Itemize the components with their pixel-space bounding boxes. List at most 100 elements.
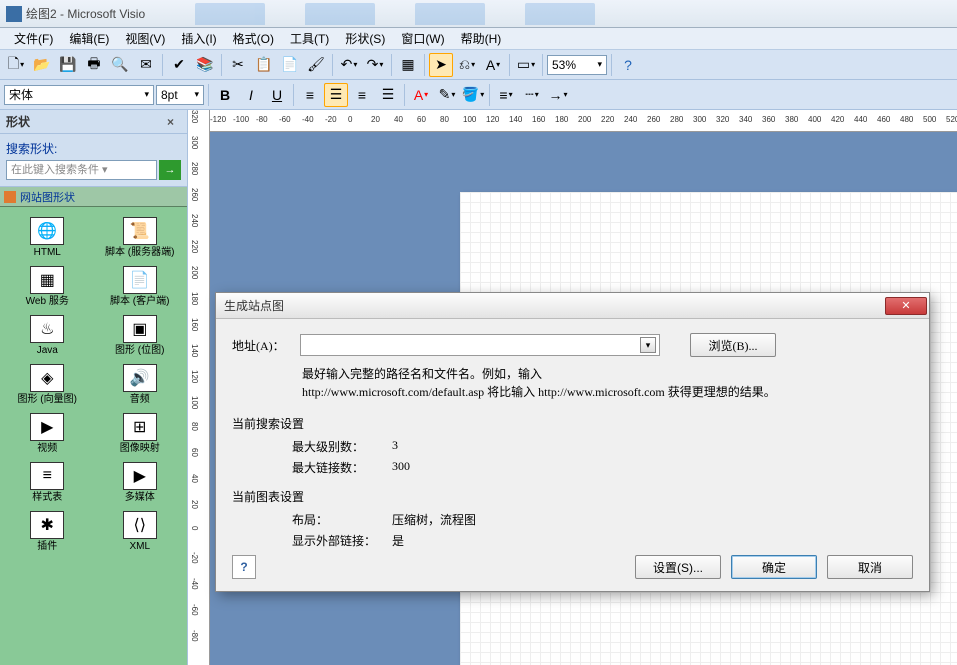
- line-color-button[interactable]: ✎: [435, 83, 459, 107]
- menu-edit[interactable]: 编辑(E): [63, 28, 115, 49]
- address-combo[interactable]: ▾: [300, 334, 660, 356]
- shape-图像映射[interactable]: ⊞ 图像映射: [95, 411, 186, 456]
- cut-button[interactable]: ✂: [226, 53, 250, 77]
- hint-line-1: 最好输入完整的路径名和文件名。例如，输入: [302, 365, 913, 383]
- menu-insert[interactable]: 插入(I): [175, 28, 222, 49]
- shape-HTML[interactable]: 🌐HTML: [2, 215, 93, 260]
- shape-icon: ◈: [30, 364, 64, 392]
- help-button[interactable]: ?: [616, 53, 640, 77]
- hint-line-2: http://www.microsoft.com/default.asp 将比输…: [302, 383, 913, 401]
- shape-样式表[interactable]: ≡ 样式表: [2, 460, 93, 505]
- show-external-label: 显示外部链接：: [292, 532, 392, 549]
- shape-音频[interactable]: 🔊 音频: [95, 362, 186, 407]
- shape-视频[interactable]: ▶视频: [2, 411, 93, 456]
- align-right-button[interactable]: ≡: [350, 83, 374, 107]
- shape-label: 图形 (位图): [115, 345, 164, 356]
- standard-toolbar: 🗋 📂 💾 🖶 🔍 ✉ ✔ 📚 ✂ 📋 📄 🖌 ↶ ↷ ▦ ➤ ⎌ A ▭ 53…: [0, 50, 957, 80]
- menu-shape[interactable]: 形状(S): [339, 28, 391, 49]
- align-center-button[interactable]: ☰: [324, 83, 348, 107]
- bold-button[interactable]: B: [213, 83, 237, 107]
- shape-脚本 (客户端)[interactable]: 📄脚本 (客户端): [95, 264, 186, 309]
- settings-button[interactable]: 设置(S)...: [635, 555, 721, 579]
- shape-label: 脚本 (客户端): [110, 296, 169, 307]
- print-preview-button[interactable]: 🔍: [108, 53, 132, 77]
- italic-button[interactable]: I: [239, 83, 263, 107]
- paste-button[interactable]: 📄: [278, 53, 302, 77]
- horizontal-ruler: -120-100-80-60-40-2002040608010012014016…: [210, 110, 957, 132]
- font-combo[interactable]: 宋体▾: [4, 85, 154, 105]
- shapes-window-button[interactable]: ▦: [396, 53, 420, 77]
- redo-button[interactable]: ↷: [363, 53, 387, 77]
- font-color-button[interactable]: A: [409, 83, 433, 107]
- shape-label: XML: [129, 541, 150, 552]
- format-painter-button[interactable]: 🖌: [304, 53, 328, 77]
- menu-window[interactable]: 窗口(W): [395, 28, 450, 49]
- text-tool[interactable]: A: [481, 53, 505, 77]
- search-shapes-input[interactable]: 在此键入搜索条件 ▾: [6, 160, 157, 180]
- underline-button[interactable]: U: [265, 83, 289, 107]
- spelling-button[interactable]: ✔: [167, 53, 191, 77]
- shapes-pane-close[interactable]: ×: [167, 115, 181, 129]
- shape-label: 音频: [130, 394, 150, 405]
- search-settings-title: 当前搜索设置: [232, 415, 913, 432]
- max-links-value: 300: [392, 459, 410, 476]
- shape-图形 (向量图)[interactable]: ◈图形 (向量图): [2, 362, 93, 407]
- rectangle-tool[interactable]: ▭: [514, 53, 538, 77]
- shape-插件[interactable]: ✱插件: [2, 509, 93, 554]
- connector-tool[interactable]: ⎌: [455, 53, 479, 77]
- dialog-close-button[interactable]: ✕: [885, 297, 927, 315]
- line-weight-button[interactable]: ≡: [494, 83, 518, 107]
- menu-file[interactable]: 文件(F): [8, 28, 59, 49]
- shape-icon: ⟨⟩: [123, 511, 157, 539]
- menu-tools[interactable]: 工具(T): [284, 28, 335, 49]
- undo-button[interactable]: ↶: [337, 53, 361, 77]
- dialog-help-button[interactable]: ?: [232, 555, 256, 579]
- pointer-tool[interactable]: ➤: [429, 53, 453, 77]
- dialog-title: 生成站点图: [224, 297, 284, 314]
- ok-button[interactable]: 确定: [731, 555, 817, 579]
- max-links-label: 最大链接数：: [292, 459, 392, 476]
- search-go-button[interactable]: →: [159, 160, 181, 180]
- shape-XML[interactable]: ⟨⟩ XML: [95, 509, 186, 554]
- shape-icon: ♨: [30, 315, 64, 343]
- cancel-button[interactable]: 取消: [827, 555, 913, 579]
- shape-icon: ≡: [30, 462, 64, 490]
- app-icon: [6, 6, 22, 22]
- zoom-combo[interactable]: 53%▾: [547, 55, 607, 75]
- formatting-toolbar: 宋体▾ 8pt▾ B I U ≡ ☰ ≡ ☰ A ✎ 🪣 ≡ ┄ →: [0, 80, 957, 110]
- print-button[interactable]: 🖶: [82, 53, 106, 77]
- stencil-icon: [4, 191, 16, 203]
- line-pattern-button[interactable]: ┄: [520, 83, 544, 107]
- research-button[interactable]: 📚: [193, 53, 217, 77]
- fill-color-button[interactable]: 🪣: [461, 83, 485, 107]
- menu-view[interactable]: 视图(V): [119, 28, 171, 49]
- shape-icon: ▶: [30, 413, 64, 441]
- menu-help[interactable]: 帮助(H): [455, 28, 508, 49]
- line-ends-button[interactable]: →: [546, 83, 570, 107]
- address-label: 地址(A)：: [232, 337, 292, 354]
- show-external-value: 是: [392, 532, 404, 549]
- shape-图形 (位图)[interactable]: ▣图形 (位图): [95, 313, 186, 358]
- open-button[interactable]: 📂: [30, 53, 54, 77]
- browse-button[interactable]: 浏览(B)...: [690, 333, 776, 357]
- stencil-header[interactable]: 网站图形状: [0, 187, 187, 207]
- align-justify-button[interactable]: ☰: [376, 83, 400, 107]
- copy-button[interactable]: 📋: [252, 53, 276, 77]
- shape-Java[interactable]: ♨Java: [2, 313, 93, 358]
- email-button[interactable]: ✉: [134, 53, 158, 77]
- menubar: 文件(F) 编辑(E) 视图(V) 插入(I) 格式(O) 工具(T) 形状(S…: [0, 28, 957, 50]
- shapes-pane: 形状 × 搜索形状: 在此键入搜索条件 ▾ → 网站图形状 🌐HTML📜脚本 (…: [0, 110, 188, 665]
- shape-icon: ⊞: [123, 413, 157, 441]
- shape-icon: 🔊: [123, 364, 157, 392]
- new-button[interactable]: 🗋: [4, 53, 28, 77]
- font-size-combo[interactable]: 8pt▾: [156, 85, 204, 105]
- save-button[interactable]: 💾: [56, 53, 80, 77]
- shape-label: 图像映射: [120, 443, 160, 454]
- align-left-button[interactable]: ≡: [298, 83, 322, 107]
- shape-多媒体[interactable]: ▶多媒体: [95, 460, 186, 505]
- shape-Web 服务[interactable]: ▦Web 服务: [2, 264, 93, 309]
- shape-label: 样式表: [32, 492, 62, 503]
- max-levels-value: 3: [392, 438, 398, 455]
- shape-脚本 (服务器端)[interactable]: 📜脚本 (服务器端): [95, 215, 186, 260]
- menu-format[interactable]: 格式(O): [227, 28, 280, 49]
